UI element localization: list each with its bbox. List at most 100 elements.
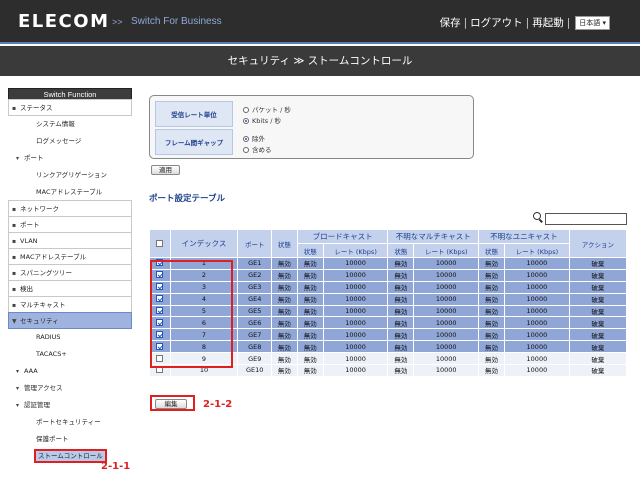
sidebar-item-2[interactable]: ログメッセージ — [8, 133, 132, 150]
col-multicast-state: 状態 — [387, 243, 415, 258]
cell-action: 破棄 — [568, 292, 628, 306]
sidebar-item-13[interactable]: ▼ セキュリティ — [8, 312, 132, 329]
cell-u-state: 無効 — [478, 352, 505, 366]
cell-state: 無効 — [270, 268, 298, 282]
sidebar-item-1[interactable]: システム情報 — [8, 116, 132, 133]
cell-m-state: 無効 — [387, 352, 415, 366]
cell-port: GE7 — [237, 328, 272, 342]
sidebar-item-6[interactable]: ▪ ネットワーク — [8, 200, 132, 217]
edit-callout-label: 2-1-2 — [203, 399, 233, 410]
cell-action: 破棄 — [568, 340, 628, 354]
link-divider: | — [566, 17, 571, 29]
cell-u-rate: 10000 — [504, 340, 570, 354]
sidebar-nav: Switch Function ▪ ステータス システム情報 ログメッセージ ▾ ポートリ… — [8, 88, 132, 465]
language-select[interactable]: 日本語 ▾ — [575, 16, 610, 30]
apply-button[interactable]: 適用 — [151, 165, 180, 175]
bullet-icon: ▪ — [12, 222, 17, 229]
col-multicast-rate: レート (Kbps) — [413, 243, 480, 258]
cell-m-rate: 10000 — [413, 268, 480, 282]
sidebar-item-7[interactable]: ▪ ポート — [8, 216, 132, 233]
sidebar-item-label: 検出 — [20, 285, 33, 293]
rate-unit-option-packets[interactable]: パケット / 秒 — [243, 104, 291, 114]
sidebar-item-label: ネットワーク — [20, 205, 59, 213]
sidebar-item-16[interactable]: ▾ AAA — [8, 363, 132, 380]
cell-b-rate: 10000 — [322, 280, 389, 294]
radio-icon[interactable] — [243, 107, 249, 113]
cell-m-rate: 10000 — [413, 257, 480, 270]
reboot-link[interactable]: 再起動 — [532, 17, 564, 29]
search-input[interactable] — [545, 213, 627, 225]
sidebar-item-label: スパニングツリー — [20, 269, 72, 277]
cell-state: 無効 — [270, 340, 298, 354]
sidebar-item-20[interactable]: 保護ポート — [8, 431, 132, 448]
cell-b-rate: 10000 — [322, 268, 389, 282]
cell-action: 破棄 — [568, 304, 628, 318]
top-header: ELECOM >> Switch For Business 保存 | ログアウト | 再… — [0, 0, 640, 44]
logout-link[interactable]: ログアウト — [470, 17, 523, 29]
sidebar-item-15[interactable]: TACACS+ — [8, 346, 132, 363]
cell-m-state: 無効 — [387, 268, 415, 282]
cell-port: GE5 — [237, 304, 272, 318]
radio-selected-icon[interactable] — [243, 136, 249, 142]
cell-m-state: 無効 — [387, 328, 415, 342]
sidebar-item-17[interactable]: ▾ 管理アクセス — [8, 380, 132, 397]
cell-b-rate: 10000 — [322, 292, 389, 306]
cell-u-rate: 10000 — [504, 352, 570, 366]
sidebar-item-label: AAA — [24, 367, 38, 375]
sidebar-item-8[interactable]: ▪ VLAN — [8, 232, 132, 249]
cell-b-rate: 10000 — [322, 328, 389, 342]
cell-u-rate: 10000 — [504, 257, 570, 270]
language-value: 日本語 — [579, 19, 601, 27]
sidebar-item-5[interactable]: MACアドレステーブル — [8, 184, 132, 201]
cell-port: GE1 — [237, 257, 272, 270]
save-link[interactable]: 保存 — [440, 17, 461, 29]
bullet-icon: ▪ — [12, 254, 17, 261]
sidebar-item-label: システム情報 — [36, 120, 75, 128]
cell-b-state: 無効 — [296, 268, 324, 282]
header-links: 保存 | ログアウト | 再起動 | 日本語 ▾ — [440, 15, 610, 30]
bullet-icon: ▪ — [12, 238, 17, 245]
radio-selected-icon[interactable] — [243, 118, 249, 124]
cell-u-rate: 10000 — [504, 328, 570, 342]
sidebar-item-19[interactable]: ポートセキュリティー — [8, 414, 132, 431]
frame-gap-option-include[interactable]: 含める — [243, 144, 272, 154]
cell-port: GE8 — [237, 340, 272, 354]
sidebar-item-11[interactable]: ▪ 検出 — [8, 280, 132, 297]
cell-m-state: 無効 — [387, 364, 415, 377]
cell-port: GE4 — [237, 292, 272, 306]
cell-b-state: 無効 — [296, 340, 324, 354]
cell-m-rate: 10000 — [413, 292, 480, 306]
bullet-icon: ▪ — [12, 270, 17, 277]
sidebar-item-10[interactable]: ▪ スパニングツリー — [8, 264, 132, 281]
cell-m-state: 無効 — [387, 304, 415, 318]
cell-u-state: 無効 — [478, 364, 505, 377]
radio-icon[interactable] — [243, 147, 249, 153]
select-all-checkbox[interactable] — [156, 239, 164, 247]
cell-b-state: 無効 — [296, 352, 324, 366]
bullet-icon: ▪ — [12, 206, 17, 213]
sidebar-item-14[interactable]: RADIUS — [8, 329, 132, 346]
rate-unit-option-kbits[interactable]: Kbits / 秒 — [243, 115, 281, 125]
cell-u-state: 無効 — [478, 292, 505, 306]
cell-b-rate: 10000 — [322, 257, 389, 270]
sidebar-item-18[interactable]: ▾ 認証管理 — [8, 397, 132, 414]
cell-u-state: 無効 — [478, 328, 505, 342]
cell-b-rate: 10000 — [322, 352, 389, 366]
col-port: ポート — [237, 229, 272, 258]
cell-m-state: 無効 — [387, 292, 415, 306]
search-icon — [533, 212, 541, 220]
cell-u-rate: 10000 — [504, 364, 570, 377]
frame-gap-option-exclude[interactable]: 除外 — [243, 133, 265, 143]
sidebar-item-3[interactable]: ▾ ポート — [8, 150, 132, 167]
sidebar-item-label: 管理アクセス — [24, 384, 63, 392]
cell-u-state: 無効 — [478, 280, 505, 294]
sidebar-item-4[interactable]: リンクアグリゲーション — [8, 167, 132, 184]
sidebar-item-12[interactable]: ▪ マルチキャスト — [8, 296, 132, 313]
sidebar-item-label: ステータス — [20, 104, 53, 112]
sidebar-item-0[interactable]: ▪ ステータス — [8, 99, 132, 116]
cell-b-rate: 10000 — [322, 340, 389, 354]
selected-rows-highlight — [150, 260, 233, 368]
cell-b-rate: 10000 — [322, 316, 389, 330]
sidebar-item-9[interactable]: ▪ MACアドレステーブル — [8, 248, 132, 265]
chevron-down-icon: ▾ — [16, 155, 20, 162]
